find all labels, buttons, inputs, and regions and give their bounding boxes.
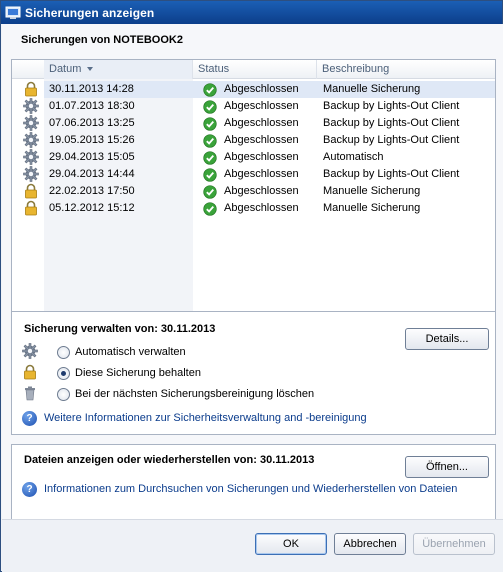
row-date: 30.11.2013 14:28 (49, 83, 134, 95)
row-date: 29.04.2013 14:44 (49, 168, 135, 180)
restore-info-link[interactable]: ? Informationen zum Durchsuchen von Sich… (22, 482, 482, 498)
row-description: Backup by Lights-Out Client (323, 134, 460, 146)
check-circle-icon (203, 168, 217, 182)
lock-icon (24, 364, 36, 380)
backup-list[interactable]: Datum Status Beschreibung 30.11.2013 14:… (11, 59, 496, 322)
row-status: Abgeschlossen (224, 134, 299, 146)
list-row[interactable]: 22.02.2013 17:50 Abgeschlossen Manuelle Si… (12, 183, 495, 200)
radio-delete-next-cleanup[interactable] (57, 388, 70, 401)
cancel-button[interactable]: Abbrechen (334, 533, 406, 555)
radio-auto-manage[interactable] (57, 346, 70, 359)
title-bar[interactable]: Sicherungen anzeigen (1, 1, 502, 24)
dialog-footer: OK Abbrechen Übernehmen (2, 519, 503, 572)
lock-icon (25, 81, 37, 97)
gear-icon (23, 98, 39, 114)
row-description: Backup by Lights-Out Client (323, 100, 460, 112)
row-description: Manuelle Sicherung (323, 202, 421, 214)
check-circle-icon (203, 100, 217, 114)
details-button[interactable]: Details... (405, 328, 489, 350)
column-header-description[interactable]: Beschreibung (317, 60, 495, 79)
column-header-date[interactable]: Datum (44, 60, 193, 79)
gear-icon (23, 149, 39, 165)
list-rows: 30.11.2013 14:28 Abgeschlossen Manuelle Si… (12, 81, 495, 217)
check-circle-icon (203, 117, 217, 131)
row-date: 01.07.2013 18:30 (49, 100, 135, 112)
page-heading: Sicherungen von NOTEBOOK2 (21, 34, 183, 46)
ok-button[interactable]: OK (255, 533, 327, 555)
row-date: 07.06.2013 13:25 (49, 117, 135, 129)
restore-group: Dateien anzeigen oder wiederherstellen v… (11, 444, 496, 526)
window-title: Sicherungen anzeigen (25, 5, 155, 20)
list-row[interactable]: 19.05.2013 15:26 Abgeschlossen Backup by L… (12, 132, 495, 149)
row-status: Abgeschlossen (224, 202, 299, 214)
lock-icon (25, 200, 37, 216)
row-date: 05.12.2012 15:12 (49, 202, 135, 214)
row-description: Backup by Lights-Out Client (323, 117, 460, 129)
open-button[interactable]: Öffnen... (405, 456, 489, 478)
list-row[interactable]: 05.12.2012 15:12 Abgeschlossen Manuelle Si… (12, 200, 495, 217)
check-circle-icon (203, 134, 217, 148)
option-delete-next-cleanup-label: Bei der nächsten Sicherungsbereinigung l… (75, 388, 315, 400)
check-circle-icon (203, 185, 217, 199)
manage-backup-title: Sicherung verwalten von: 30.11.2013 (24, 323, 216, 335)
radio-keep-backup[interactable] (57, 367, 70, 380)
dialog-client: Sicherungen von NOTEBOOK2 Datum Status B… (2, 24, 503, 572)
row-description: Automatisch (323, 151, 384, 163)
gear-icon (23, 132, 39, 148)
option-keep-backup[interactable]: Diese Sicherung behalten (22, 364, 402, 382)
list-header: Datum Status Beschreibung (12, 60, 495, 79)
row-status: Abgeschlossen (224, 168, 299, 180)
backup-app-icon (5, 6, 21, 19)
list-row[interactable]: 07.06.2013 13:25 Abgeschlossen Backup by L… (12, 115, 495, 132)
row-date: 22.02.2013 17:50 (49, 185, 135, 197)
gear-icon (23, 115, 39, 131)
row-status: Abgeschlossen (224, 83, 299, 95)
check-circle-icon (203, 83, 217, 97)
list-row[interactable]: 01.07.2013 18:30 Abgeschlossen Backup by L… (12, 98, 495, 115)
restore-title: Dateien anzeigen oder wiederherstellen v… (24, 454, 315, 466)
row-status: Abgeschlossen (224, 117, 299, 129)
manage-info-link-label[interactable]: Weitere Informationen zur Sicherheitsver… (44, 412, 367, 424)
restore-info-link-label[interactable]: Informationen zum Durchsuchen von Sicher… (44, 483, 457, 495)
row-description: Manuelle Sicherung (323, 83, 421, 95)
gear-icon (22, 343, 38, 359)
sort-descending-icon (87, 67, 94, 72)
check-circle-icon (203, 202, 217, 216)
row-description: Manuelle Sicherung (323, 185, 421, 197)
apply-button[interactable]: Übernehmen (413, 533, 495, 555)
gear-icon (23, 166, 39, 182)
option-auto-manage[interactable]: Automatisch verwalten (22, 343, 402, 361)
column-header-status-label: Status (198, 63, 230, 75)
list-row[interactable]: 29.04.2013 14:44 Abgeschlossen Backup by L… (12, 166, 495, 183)
trash-icon (25, 386, 35, 401)
manage-info-link[interactable]: ? Weitere Informationen zur Sicherheitsv… (22, 411, 482, 427)
manage-backup-group: Sicherung verwalten von: 30.11.2013 Deta… (11, 311, 496, 435)
list-row[interactable]: 29.04.2013 15:05 Abgeschlossen Automatisch (12, 149, 495, 166)
help-icon: ? (22, 482, 37, 497)
option-delete-next-cleanup[interactable]: Bei der nächsten Sicherungsbereinigung l… (22, 385, 402, 403)
row-date: 29.04.2013 15:05 (49, 151, 135, 163)
option-keep-backup-label: Diese Sicherung behalten (75, 367, 201, 379)
column-header-description-label: Beschreibung (322, 63, 390, 75)
option-auto-manage-label: Automatisch verwalten (75, 346, 186, 358)
dialog-window: Sicherungen anzeigen Sicherungen von NOT… (0, 0, 503, 572)
column-header-status[interactable]: Status (193, 60, 317, 79)
check-circle-icon (203, 151, 217, 165)
list-row[interactable]: 30.11.2013 14:28 Abgeschlossen Manuelle Si… (12, 81, 495, 98)
row-status: Abgeschlossen (224, 185, 299, 197)
lock-icon (25, 183, 37, 199)
row-status: Abgeschlossen (224, 151, 299, 163)
column-header-date-label: Datum (49, 63, 82, 75)
row-description: Backup by Lights-Out Client (323, 168, 460, 180)
row-status: Abgeschlossen (224, 100, 299, 112)
help-icon: ? (22, 411, 37, 426)
row-date: 19.05.2013 15:26 (49, 134, 135, 146)
